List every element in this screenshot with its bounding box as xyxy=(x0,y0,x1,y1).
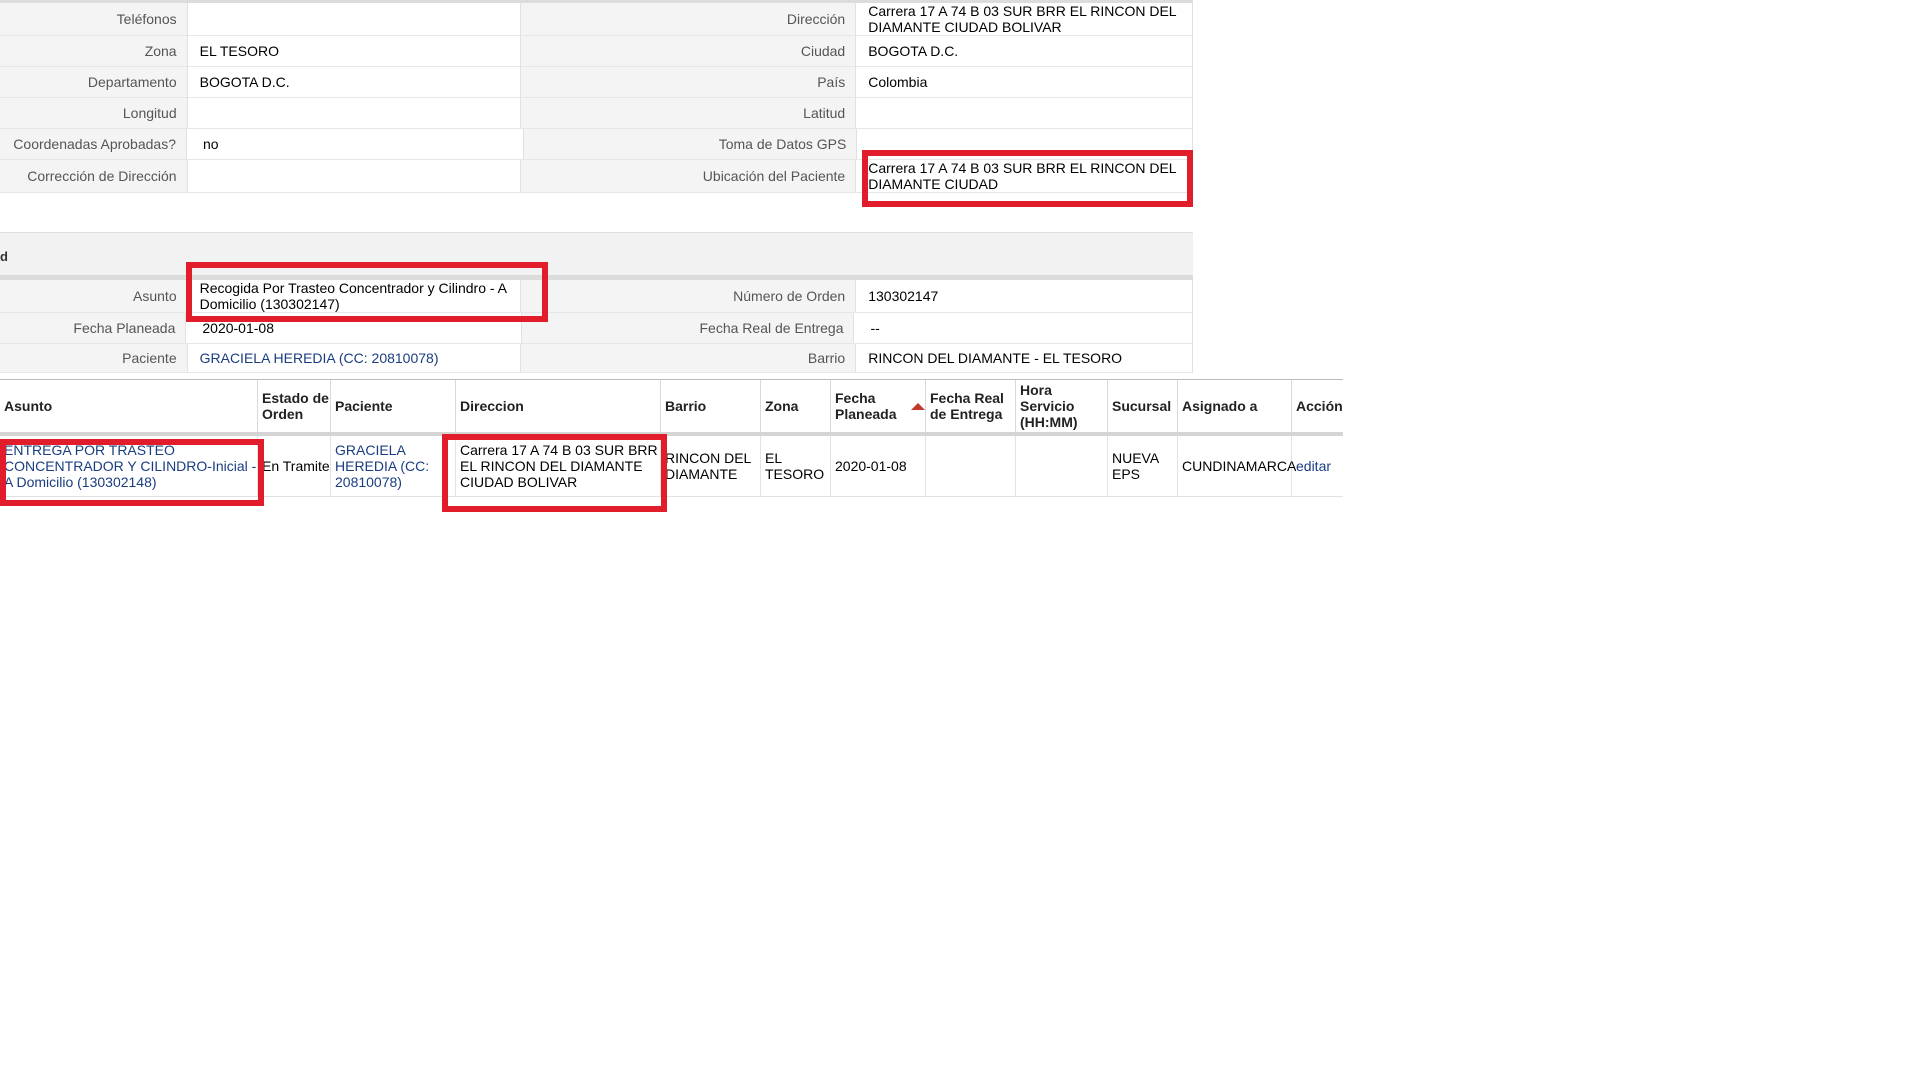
cell-asignado: CUNDINAMARCA xyxy=(1178,436,1296,496)
value-longitud xyxy=(187,98,522,128)
label-fecha-real-entrega: Fecha Real de Entrega xyxy=(521,313,855,343)
cell-barrio: RINCON DEL DIAMANTE xyxy=(661,436,761,496)
cell-paciente[interactable]: GRACIELA HEREDIA (CC: 20810078) xyxy=(331,436,456,496)
cell-fecha-real xyxy=(926,436,1016,496)
detail-row-telefonos: Teléfonos Dirección Carrera 17 A 74 B 03… xyxy=(0,3,1193,36)
column-header-asignado[interactable]: Asignado a xyxy=(1178,380,1292,432)
column-header-barrio[interactable]: Barrio xyxy=(661,380,761,432)
label-correccion-direccion: Corrección de Dirección xyxy=(0,160,188,192)
label-direccion: Dirección xyxy=(521,3,857,35)
label-ciudad: Ciudad xyxy=(521,36,857,66)
cell-fecha-planeada: 2020-01-08 xyxy=(831,436,926,496)
order-details-panel: Asunto Recogida Por Trasteo Concentrador… xyxy=(0,277,1193,373)
label-coordenadas-aprobadas: Coordenadas Aprobadas? xyxy=(0,129,187,159)
label-latitud: Latitud xyxy=(521,98,857,128)
detail-row-fecha-planeada: Fecha Planeada 2020-01-08 Fecha Real de … xyxy=(0,313,1193,344)
label-fecha-planeada: Fecha Planeada xyxy=(0,313,187,343)
column-header-zona[interactable]: Zona xyxy=(761,380,831,432)
section-title: d xyxy=(0,249,8,264)
column-header-hora-servicio[interactable]: Hora Servicio (HH:MM) xyxy=(1016,380,1108,432)
cell-zona: EL TESORO xyxy=(761,436,831,496)
detail-row-asunto: Asunto Recogida Por Trasteo Concentrador… xyxy=(0,280,1193,313)
detail-row-longitud: Longitud Latitud xyxy=(0,98,1193,129)
value-ubicacion-paciente: Carrera 17 A 74 B 03 SUR BRR EL RINCON D… xyxy=(856,160,1193,192)
column-header-estado[interactable]: Estado de Orden xyxy=(258,380,331,432)
value-toma-datos-gps xyxy=(857,129,1193,159)
value-numero-orden: 130302147 xyxy=(856,280,1193,312)
value-barrio: RINCON DEL DIAMANTE - EL TESORO xyxy=(856,344,1193,372)
label-telefonos: Teléfonos xyxy=(0,3,188,35)
value-direccion: Carrera 17 A 74 B 03 SUR BRR EL RINCON D… xyxy=(856,3,1193,35)
detail-row-coordenadas: Coordenadas Aprobadas? no Toma de Datos … xyxy=(0,129,1193,160)
cell-direccion: Carrera 17 A 74 B 03 SUR BRR EL RINCON D… xyxy=(456,436,661,496)
detail-row-correccion: Corrección de Dirección Ubicación del Pa… xyxy=(0,160,1193,193)
label-toma-datos-gps: Toma de Datos GPS xyxy=(523,129,858,159)
label-longitud: Longitud xyxy=(0,98,188,128)
value-correccion-direccion xyxy=(187,160,522,192)
cell-estado: En Tramite xyxy=(258,436,331,496)
edit-link[interactable]: editar xyxy=(1292,436,1343,496)
cell-asunto[interactable]: ENTREGA POR TRASTEO CONCENTRADOR Y CILIN… xyxy=(0,436,258,496)
column-header-fecha-planeada[interactable]: Fecha Planeada xyxy=(831,380,926,432)
value-latitud xyxy=(856,98,1193,128)
value-coordenadas-aprobadas: no xyxy=(186,129,524,159)
column-header-fecha-planeada-label: Fecha Planeada xyxy=(835,390,897,422)
value-asunto: Recogida Por Trasteo Concentrador y Cili… xyxy=(187,280,522,312)
sort-ascending-icon xyxy=(911,402,925,410)
section-header: d xyxy=(0,232,1193,278)
value-zona: EL TESORO xyxy=(187,36,522,66)
label-ubicacion-paciente: Ubicación del Paciente xyxy=(521,160,857,192)
detail-row-zona: Zona EL TESORO Ciudad BOGOTA D.C. xyxy=(0,36,1193,67)
label-asunto: Asunto xyxy=(0,280,188,312)
column-header-accion: Acción xyxy=(1296,398,1343,414)
label-pais: País xyxy=(521,67,857,97)
patient-details-panel: Teléfonos Dirección Carrera 17 A 74 B 03… xyxy=(0,0,1193,193)
orders-table-header: Asunto Estado de Orden Paciente Direccio… xyxy=(0,380,1343,436)
column-header-paciente[interactable]: Paciente xyxy=(331,380,456,432)
label-zona: Zona xyxy=(0,36,188,66)
value-pais: Colombia xyxy=(856,67,1193,97)
value-paciente[interactable]: GRACIELA HEREDIA (CC: 20810078) xyxy=(187,344,522,372)
value-telefonos xyxy=(187,3,522,35)
value-ciudad: BOGOTA D.C. xyxy=(856,36,1193,66)
label-departamento: Departamento xyxy=(0,67,188,97)
label-paciente: Paciente xyxy=(0,344,188,372)
column-header-asunto[interactable]: Asunto xyxy=(0,380,258,432)
detail-row-departamento: Departamento BOGOTA D.C. País Colombia xyxy=(0,67,1193,98)
detail-row-paciente: Paciente GRACIELA HEREDIA (CC: 20810078)… xyxy=(0,344,1193,373)
column-header-direccion[interactable]: Direccion xyxy=(456,380,661,432)
column-header-sucursal[interactable]: Sucursal xyxy=(1108,380,1178,432)
table-row: ENTREGA POR TRASTEO CONCENTRADOR Y CILIN… xyxy=(0,436,1343,497)
value-fecha-real-entrega: -- xyxy=(854,313,1193,343)
label-numero-orden: Número de Orden xyxy=(521,280,857,312)
cell-sucursal: NUEVA EPS xyxy=(1108,436,1178,496)
label-barrio: Barrio xyxy=(521,344,857,372)
cell-hora-servicio xyxy=(1016,436,1108,496)
column-header-fecha-real[interactable]: Fecha Real de Entrega xyxy=(926,380,1016,432)
value-fecha-planeada: 2020-01-08 xyxy=(186,313,522,343)
value-departamento: BOGOTA D.C. xyxy=(187,67,522,97)
orders-table: Asunto Estado de Orden Paciente Direccio… xyxy=(0,379,1343,497)
